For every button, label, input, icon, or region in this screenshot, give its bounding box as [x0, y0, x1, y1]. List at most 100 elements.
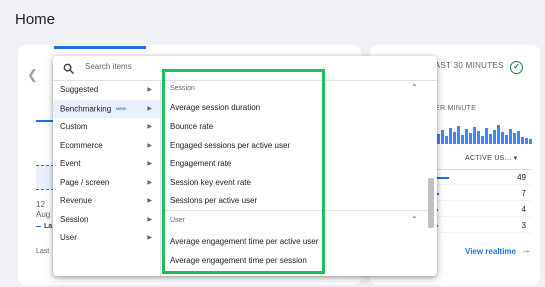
caret-right-icon: ▶	[147, 235, 152, 241]
selected-tab-indicator	[54, 46, 146, 49]
category-item-custom[interactable]: Custom ▶	[53, 118, 160, 137]
minute-bar	[453, 132, 456, 144]
minute-bar	[469, 133, 472, 144]
caret-right-icon: ▶	[147, 198, 152, 204]
minute-bar	[445, 136, 448, 144]
metric-item[interactable]: Average engagement time per active user	[170, 237, 318, 246]
category-label: Event	[60, 159, 81, 168]
caret-right-icon: ▶	[147, 105, 152, 112]
view-realtime-link[interactable]: View realtime	[465, 247, 516, 256]
category-item-event[interactable]: Event ▶	[53, 155, 160, 174]
minute-bar	[457, 126, 460, 144]
table-row: 49	[437, 171, 532, 185]
minute-bar	[449, 128, 452, 144]
minute-bar	[461, 135, 464, 144]
metric-item[interactable]: Engaged sessions per active user	[170, 141, 290, 150]
category-label: Benchmarking	[60, 103, 112, 113]
chevron-up-icon[interactable]: ⌃	[411, 83, 418, 92]
category-item-user[interactable]: User ▶	[53, 229, 160, 248]
minute-bar	[437, 134, 440, 144]
caret-right-icon: ▶	[147, 87, 152, 93]
realtime-divider	[437, 169, 532, 170]
chart-date-day: 12	[36, 200, 45, 209]
metric-picker: Search items Suggested ▶ Benchmarking NEW ▶ C…	[53, 56, 437, 276]
minute-bar	[525, 138, 528, 144]
row-value: 3	[521, 221, 526, 230]
section-divider	[161, 210, 431, 211]
chart-date-month: Aug	[36, 210, 51, 219]
category-item-session[interactable]: Session ▶	[53, 211, 160, 230]
section-header: Session	[170, 85, 195, 92]
row-value: 49	[517, 173, 526, 182]
row-bar	[437, 177, 449, 179]
minute-bar	[509, 129, 512, 144]
table-row: 3	[437, 219, 532, 233]
minute-bar	[473, 127, 476, 144]
legend-label: La	[44, 223, 53, 230]
minute-bar	[465, 129, 468, 144]
minute-bar	[521, 137, 524, 144]
category-label: Custom	[60, 122, 88, 131]
caret-right-icon: ▶	[147, 142, 152, 149]
minute-bar	[481, 136, 484, 144]
minute-bar	[489, 134, 492, 144]
minute-bar	[513, 133, 516, 144]
row-bar	[437, 193, 439, 195]
section-header: User	[170, 217, 185, 224]
minute-bar	[501, 132, 504, 144]
table-row: 4	[437, 203, 532, 217]
caret-down-icon: ▾	[513, 155, 518, 162]
metric-item[interactable]: Engagement rate	[170, 159, 231, 168]
search-input[interactable]: Search items	[85, 62, 132, 71]
category-list: Suggested ▶ Benchmarking NEW ▶ Custom ▶ Ecommer…	[53, 81, 160, 248]
category-item-page-screen[interactable]: Page / screen ▶	[53, 174, 160, 193]
metric-item[interactable]: Bounce rate	[170, 122, 213, 131]
category-label: User	[60, 233, 77, 242]
scrollbar-thumb[interactable]	[428, 178, 434, 228]
chevron-left-icon[interactable]: ❮	[27, 67, 38, 83]
search-icon	[63, 63, 74, 74]
category-item-suggested[interactable]: Suggested ▶	[53, 81, 160, 100]
metric-item[interactable]: Sessions per active user	[170, 196, 257, 205]
metric-item[interactable]: Session key event rate	[170, 178, 251, 187]
minute-bar	[493, 130, 496, 144]
minute-bar	[441, 130, 444, 144]
row-value: 7	[521, 189, 526, 198]
search-bar: Search items	[53, 56, 437, 81]
row-bar	[437, 225, 438, 227]
row-bar	[437, 209, 438, 211]
new-badge: NEW	[116, 105, 127, 111]
category-label: Page / screen	[60, 177, 110, 187]
table-row: 7	[437, 187, 532, 201]
realtime-minute-bars	[437, 124, 532, 144]
chevron-up-icon[interactable]: ⌃	[411, 215, 418, 224]
minute-bar	[517, 131, 520, 144]
caret-right-icon: ▶	[147, 179, 152, 186]
category-label: Session	[60, 214, 89, 224]
metric-item[interactable]: Average engagement time per session	[170, 256, 307, 265]
caret-right-icon: ▶	[147, 216, 152, 223]
category-label: Suggested	[60, 85, 99, 94]
minute-bar	[497, 125, 500, 144]
category-item-benchmarking[interactable]: Benchmarking NEW ▶	[53, 99, 160, 118]
metric-item[interactable]: Average session duration	[170, 103, 260, 112]
active-users-label: ACTIVE US...	[465, 155, 512, 162]
arrow-right-icon[interactable]: →	[521, 245, 531, 256]
minute-bar	[529, 139, 532, 144]
category-item-revenue[interactable]: Revenue ▶	[53, 192, 160, 211]
category-label: Ecommerce	[60, 140, 103, 150]
metric-list: Session ⌃ Average session duration Bounce r…	[161, 81, 431, 276]
minute-bar	[505, 135, 508, 144]
row-value: 4	[521, 205, 526, 214]
minute-bar	[477, 131, 480, 144]
caret-right-icon: ▶	[147, 161, 152, 167]
category-item-ecommerce[interactable]: Ecommerce ▶	[53, 137, 160, 156]
category-label: Revenue	[60, 196, 93, 205]
realtime-title: LAST 30 MINUTES	[430, 61, 504, 70]
active-users-dropdown[interactable]: ACTIVE US... ▾	[465, 154, 517, 162]
legend-swatch	[36, 226, 41, 227]
minute-bar	[485, 128, 488, 144]
check-circle-icon: ✓	[510, 61, 523, 74]
caret-right-icon: ▶	[147, 124, 152, 130]
page-title: Home	[15, 11, 56, 28]
